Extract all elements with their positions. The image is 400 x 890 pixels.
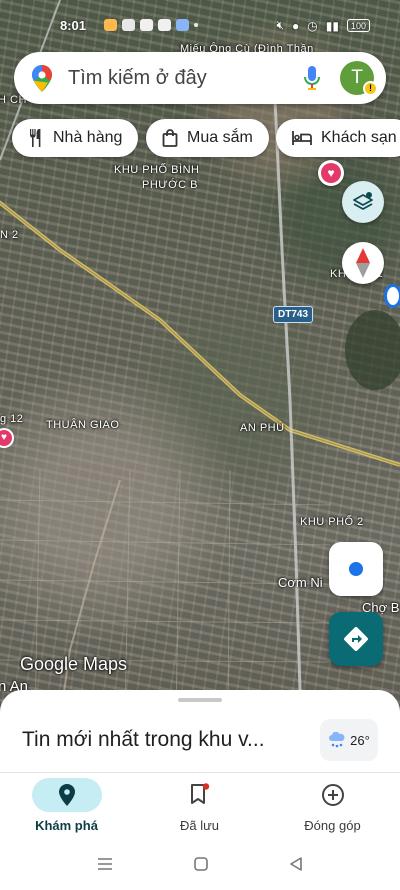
- directions-icon: [344, 627, 368, 651]
- sheet-title[interactable]: Tin mới nhất trong khu v...: [22, 728, 265, 752]
- shopping-bag-icon: [162, 129, 178, 147]
- zalo-icon: [104, 19, 117, 31]
- facebook-icon: [176, 19, 189, 31]
- search-input[interactable]: [68, 64, 288, 92]
- search-bar[interactable]: T !: [14, 52, 386, 104]
- rain-cloud-icon: [329, 732, 345, 748]
- status-bar: 8:01 🔇︎ ● ◷ ▮▮ 100: [0, 14, 400, 40]
- map-label-g12: g 12: [0, 413, 24, 425]
- alarm-icon: ◷: [307, 18, 318, 33]
- back-icon[interactable]: [288, 856, 304, 877]
- nav-contribute[interactable]: Đóng góp: [266, 773, 399, 843]
- bottom-navigation: Khám phá Đã lưu Đóng góp: [0, 772, 400, 842]
- compass-button[interactable]: [342, 242, 384, 284]
- bottom-sheet[interactable]: Tin mới nhất trong khu v... 26°: [0, 690, 400, 772]
- location-icon: ●: [292, 18, 300, 33]
- zalo-icon: [122, 19, 135, 31]
- nav-label: Đã lưu: [179, 818, 220, 833]
- chip-restaurants[interactable]: Nhà hàng: [12, 119, 139, 157]
- map-label-thuan-giao: THUẬN GIAO: [46, 419, 120, 431]
- chip-shopping[interactable]: Mua sắm: [146, 119, 269, 157]
- map-label-district-b-1: KHU PHỐ BÌNH: [114, 164, 200, 176]
- home-icon[interactable]: [193, 856, 209, 877]
- recent-apps-icon[interactable]: [97, 856, 113, 877]
- sheet-drag-handle[interactable]: [178, 698, 222, 702]
- map-label-com-ni[interactable]: Cơm Ni: [278, 575, 323, 590]
- system-navigation-bar: [0, 842, 400, 890]
- layers-icon: [353, 192, 373, 210]
- road-shield-dt743: DT743: [273, 306, 314, 323]
- location-pin-icon: [58, 784, 75, 806]
- map-label-an-phu: AN PHÚ: [240, 422, 285, 434]
- map-label-khu-pho-2: KHU PHỐ 2: [300, 516, 364, 528]
- plus-circle-icon: [321, 784, 344, 806]
- status-time: 8:01: [60, 18, 87, 33]
- alert-badge: !: [363, 81, 378, 96]
- bed-icon: [292, 131, 312, 145]
- weather-chip[interactable]: 26°: [320, 719, 378, 761]
- google-maps-logo: Google Maps: [20, 654, 128, 674]
- nav-label: Đóng góp: [304, 818, 361, 833]
- chip-hotels[interactable]: Khách sạn: [276, 119, 400, 157]
- youtube-icon: [140, 19, 153, 31]
- microphone-icon[interactable]: [304, 66, 320, 95]
- compass-icon: [356, 248, 370, 278]
- weather-temperature: 26°: [350, 732, 370, 748]
- google-maps-pin-icon: [32, 65, 52, 97]
- map-label-district-b-2: PHƯỚC B: [142, 179, 198, 191]
- dot-icon: [194, 23, 198, 27]
- map-label-edge-2: N 2: [0, 229, 19, 241]
- my-location-button[interactable]: [329, 542, 383, 596]
- my-location-icon: [349, 562, 363, 576]
- chip-label: Khách sạn: [321, 129, 397, 146]
- directions-button[interactable]: [329, 612, 383, 666]
- nav-saved[interactable]: Đã lưu: [133, 773, 266, 843]
- mute-icon: 🔇︎: [276, 18, 285, 32]
- nav-explore[interactable]: Khám phá: [0, 773, 133, 843]
- place-marker-icon[interactable]: [384, 284, 400, 308]
- nav-label: Khám phá: [35, 818, 98, 833]
- tiktok-icon: [158, 19, 171, 31]
- signal-icon: ▮▮: [325, 18, 339, 33]
- chip-label: Nhà hàng: [53, 129, 123, 146]
- bookmark-icon: [190, 783, 209, 804]
- chip-label: Mua sắm: [187, 129, 253, 146]
- favorite-marker-icon[interactable]: ♥: [318, 160, 344, 186]
- layers-button[interactable]: [342, 181, 384, 223]
- fork-knife-icon: [30, 129, 41, 147]
- battery-icon: 100: [346, 19, 370, 32]
